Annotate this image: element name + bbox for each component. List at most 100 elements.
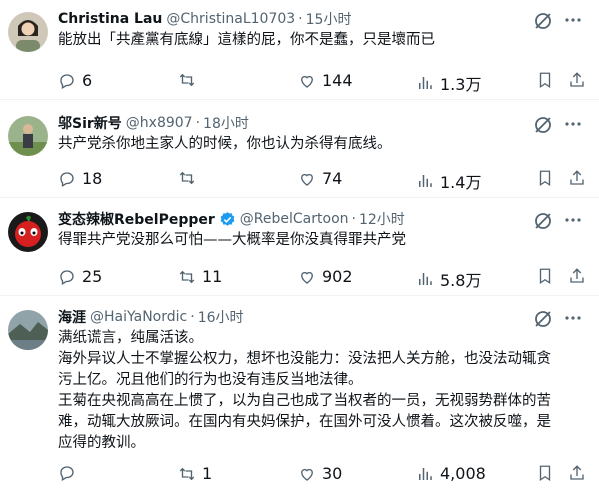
author-handle[interactable]: @ChristinaL10703 bbox=[166, 11, 295, 27]
like-button[interactable]: 902 bbox=[298, 267, 353, 286]
tweet-text: 共产党杀你地主家人的时候，你也认为杀得有底线。 bbox=[58, 134, 587, 155]
tweet-3[interactable]: 变态辣椒RebelPepper @RebelCartoon · 12小时 得罪共… bbox=[0, 198, 599, 296]
retweet-button[interactable]: 1 bbox=[178, 464, 212, 483]
reply-button[interactable]: 6 bbox=[58, 71, 92, 90]
retweet-button[interactable]: 11 bbox=[178, 267, 222, 286]
share-icon[interactable] bbox=[568, 464, 586, 482]
avatar[interactable] bbox=[8, 310, 48, 350]
views-button[interactable]: 1.4万 bbox=[416, 169, 481, 193]
separator-dot: · bbox=[190, 309, 195, 325]
timestamp[interactable]: 18小时 bbox=[203, 113, 249, 133]
like-count: 902 bbox=[322, 267, 353, 286]
grok-icon[interactable] bbox=[533, 211, 553, 231]
timestamp[interactable]: 12小时 bbox=[359, 209, 405, 229]
views-icon bbox=[419, 273, 432, 285]
like-button[interactable]: 30 bbox=[298, 464, 342, 483]
reply-button[interactable] bbox=[58, 464, 82, 482]
author-name[interactable]: 邬Sir新号 bbox=[58, 113, 122, 133]
author-name[interactable]: Christina Lau bbox=[58, 11, 162, 27]
separator-dot: · bbox=[195, 115, 201, 131]
author-handle[interactable]: @HaiYaNordic bbox=[90, 309, 187, 325]
bookmark-icon[interactable] bbox=[536, 169, 554, 187]
more-options-icon[interactable] bbox=[563, 308, 583, 328]
tweet-text-line: 难，动辄大放厥词。在国内有央妈保护，在国外可没人惯着。这次被反噬，是 bbox=[58, 414, 551, 430]
tweet-text-line: 污上亿。况且他们的行为也没有违反当地法律。 bbox=[58, 372, 363, 388]
avatar[interactable] bbox=[8, 12, 48, 52]
retweet-icon bbox=[179, 73, 195, 87]
retweet-count: 1 bbox=[202, 464, 213, 483]
tweet-text-line: 满纸谎言，纯属活该。 bbox=[58, 330, 203, 346]
tweet-text-line: 得罪共产党没那么可怕——大概率是你没真得罪共产党 bbox=[58, 232, 406, 248]
more-options-icon[interactable] bbox=[563, 10, 583, 30]
timestamp[interactable]: 16小时 bbox=[198, 307, 244, 327]
views-count: 4,008 bbox=[440, 464, 486, 483]
tweet-header: Christina Lau @ChristinaL10703 · 15小时 bbox=[58, 8, 587, 30]
share-icon[interactable] bbox=[568, 169, 586, 187]
retweet-icon bbox=[179, 171, 195, 185]
views-count: 5.8万 bbox=[440, 271, 482, 290]
retweet-button[interactable] bbox=[178, 169, 202, 187]
views-button[interactable]: 4,008 bbox=[416, 464, 486, 483]
reply-count: 6 bbox=[82, 71, 93, 90]
tweet-text: 得罪共产党没那么可怕——大概率是你没真得罪共产党 bbox=[58, 230, 587, 251]
views-button[interactable]: 1.3万 bbox=[416, 71, 481, 95]
action-bar: 1 30 4,008 bbox=[58, 456, 587, 492]
share-icon[interactable] bbox=[568, 71, 586, 89]
author-handle[interactable]: @RebelCartoon bbox=[240, 211, 349, 227]
tweet-header: 变态辣椒RebelPepper @RebelCartoon · 12小时 bbox=[58, 208, 587, 230]
bookmark-icon[interactable] bbox=[536, 71, 554, 89]
tweet-text-line: 王菊在央视高高在上惯了，以为自己也成了当权者的一员，无视弱势群体的苦 bbox=[58, 393, 551, 409]
tweet-2[interactable]: 邬Sir新号 @hx8907 · 18小时 共产党杀你地主家人的时候，你也认为杀… bbox=[0, 100, 599, 198]
like-count: 74 bbox=[322, 169, 343, 188]
more-options-icon[interactable] bbox=[563, 114, 583, 134]
views-icon bbox=[419, 175, 432, 187]
retweet-count: 11 bbox=[202, 267, 223, 286]
separator-dot: · bbox=[351, 211, 356, 227]
bookmark-icon[interactable] bbox=[536, 267, 554, 285]
grok-icon[interactable] bbox=[533, 115, 553, 135]
like-button[interactable]: 74 bbox=[298, 169, 342, 188]
more-options-icon[interactable] bbox=[563, 210, 583, 230]
like-count: 30 bbox=[322, 464, 343, 483]
tweet-text-line: 海外异议人士不掌握公权力，想坏也没能力：没法把人关方舱，也没法动辄贪 bbox=[58, 351, 551, 367]
tweet-text: 满纸谎言，纯属活该。 海外异议人士不掌握公权力，想坏也没能力：没法把人关方舱，也… bbox=[58, 328, 587, 454]
author-handle[interactable]: @hx8907 bbox=[126, 115, 193, 131]
reply-count: 25 bbox=[82, 267, 103, 286]
like-count: 144 bbox=[322, 71, 353, 90]
verified-badge-icon[interactable] bbox=[219, 211, 236, 228]
tweet-text-line: 共产党杀你地主家人的时候，你也认为杀得有底线。 bbox=[58, 136, 392, 152]
bookmark-icon[interactable] bbox=[536, 464, 554, 482]
reply-icon bbox=[60, 269, 74, 285]
views-count: 1.4万 bbox=[440, 173, 482, 192]
views-icon bbox=[419, 77, 432, 89]
views-button[interactable]: 5.8万 bbox=[416, 267, 481, 291]
heart-icon bbox=[301, 468, 313, 481]
views-count: 1.3万 bbox=[440, 75, 482, 94]
action-bar: 18 74 1.4万 bbox=[58, 161, 587, 197]
separator-dot: · bbox=[298, 11, 303, 27]
action-bar: 6 144 1.3万 bbox=[58, 63, 587, 99]
like-button[interactable]: 144 bbox=[298, 71, 353, 90]
retweet-button[interactable] bbox=[178, 71, 202, 89]
reply-button[interactable]: 25 bbox=[58, 267, 102, 286]
grok-icon[interactable] bbox=[533, 309, 553, 329]
reply-button[interactable]: 18 bbox=[58, 169, 102, 188]
reply-icon bbox=[60, 466, 74, 481]
tweet-1[interactable]: Christina Lau @ChristinaL10703 · 15小时 能放… bbox=[0, 0, 599, 100]
tweet-text-line: 能放出「共產黨有底線」這樣的屁，你不是蠢，只是壞而已 bbox=[58, 32, 435, 48]
tweet-text-line: 应得的教训。 bbox=[58, 435, 145, 451]
reply-count: 18 bbox=[82, 169, 103, 188]
action-bar: 25 11 902 5.8万 bbox=[58, 259, 587, 295]
share-icon[interactable] bbox=[568, 267, 586, 285]
avatar[interactable] bbox=[8, 116, 48, 156]
author-name[interactable]: 变态辣椒RebelPepper bbox=[58, 209, 215, 229]
timestamp[interactable]: 15小时 bbox=[306, 9, 352, 29]
grok-icon[interactable] bbox=[533, 11, 553, 31]
author-name[interactable]: 海涯 bbox=[58, 307, 86, 327]
tweet-4[interactable]: 海涯 @HaiYaNordic · 16小时 满纸谎言，纯属活该。 海外异议人士… bbox=[0, 296, 599, 492]
tweet-header: 邬Sir新号 @hx8907 · 18小时 bbox=[58, 112, 587, 134]
heart-icon bbox=[301, 173, 313, 186]
tweet-header: 海涯 @HaiYaNordic · 16小时 bbox=[58, 306, 587, 328]
avatar[interactable] bbox=[8, 212, 48, 252]
retweet-icon bbox=[179, 270, 195, 283]
